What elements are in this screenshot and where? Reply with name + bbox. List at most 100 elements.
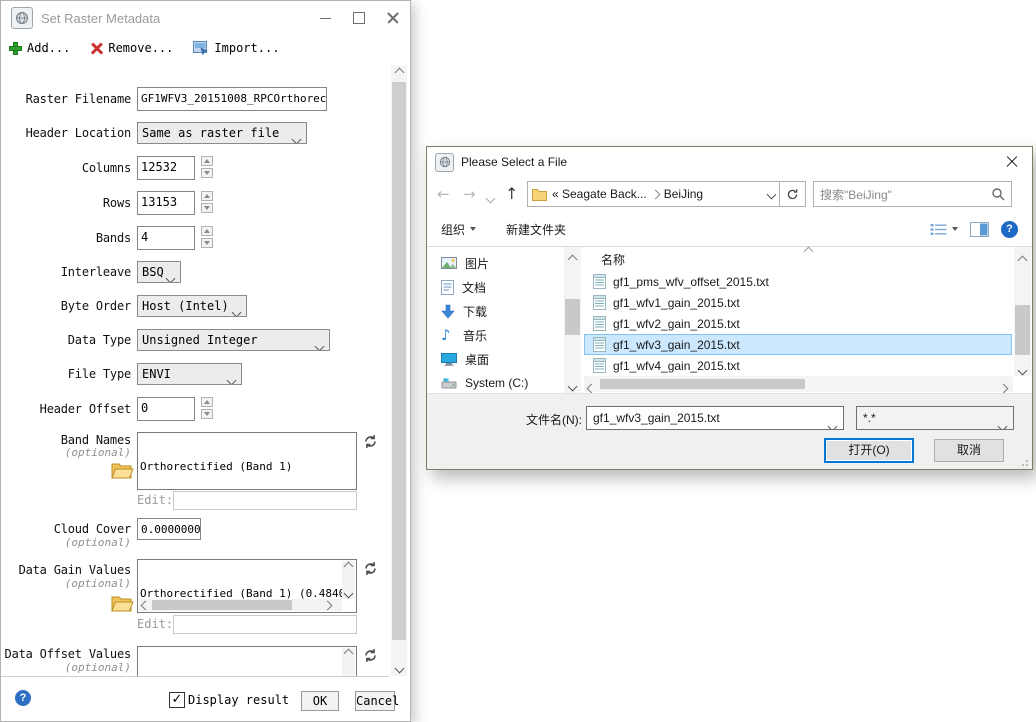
- gain-list-vertical-scrollbar[interactable]: [342, 561, 355, 599]
- resize-grip[interactable]: [1019, 457, 1028, 466]
- help-icon[interactable]: ?: [15, 690, 31, 706]
- data-gain-list[interactable]: Orthorectified (Band 1) (0.4840000 Ortho…: [137, 559, 357, 613]
- text-file-icon: [593, 337, 606, 352]
- up-button[interactable]: ↑: [505, 184, 518, 203]
- scrollbar-thumb[interactable]: [392, 82, 406, 640]
- address-bar[interactable]: « Seagate Back... BeiJing: [527, 181, 780, 207]
- file-row[interactable]: gf1_wfv4_gain_2015.txt: [584, 355, 1012, 376]
- minimize-button[interactable]: [308, 6, 342, 30]
- band-names-edit-input[interactable]: [173, 491, 357, 510]
- columns-input[interactable]: 12532: [137, 156, 195, 180]
- scrollbar-thumb[interactable]: [565, 299, 580, 335]
- scroll-down-button[interactable]: [391, 661, 407, 676]
- search-box[interactable]: 搜索"BeiJing": [813, 181, 1012, 207]
- sidebar-item-system-c[interactable]: System (C:): [427, 371, 563, 395]
- cancel-button[interactable]: 取消: [934, 439, 1004, 462]
- sidebar-item-music[interactable]: ♪ 音乐: [427, 323, 563, 347]
- gain-list-horizontal-scrollbar[interactable]: [139, 599, 342, 611]
- offset-list-vertical-scrollbar[interactable]: [342, 648, 355, 676]
- refresh-icon[interactable]: [363, 648, 378, 667]
- sort-ascending-icon[interactable]: [803, 244, 814, 258]
- sidebar-item-desktop[interactable]: 桌面: [427, 347, 563, 371]
- filename-combobox[interactable]: gf1_wfv3_gain_2015.txt: [586, 406, 844, 430]
- chevron-down-icon: [485, 193, 496, 204]
- file-row[interactable]: gf1_wfv1_gain_2015.txt: [584, 292, 1012, 313]
- address-dropdown-icon[interactable]: [766, 189, 777, 199]
- filetype-combobox[interactable]: *.*: [856, 406, 1014, 430]
- file-type-select[interactable]: ENVI: [137, 363, 242, 385]
- rows-input[interactable]: 13153: [137, 191, 195, 215]
- organize-button[interactable]: 组织: [441, 221, 477, 238]
- file-row[interactable]: gf1_wfv2_gain_2015.txt: [584, 313, 1012, 334]
- remove-button[interactable]: Remove...: [90, 41, 173, 55]
- list-vertical-scrollbar[interactable]: [1014, 247, 1031, 376]
- sidebar-scrollbar[interactable]: [564, 247, 581, 393]
- text-file-icon: [593, 358, 606, 373]
- maximize-button[interactable]: [342, 6, 376, 30]
- header-location-select[interactable]: Same as raster file: [137, 122, 307, 144]
- refresh-button[interactable]: [779, 181, 806, 207]
- rows-label: Rows: [102, 196, 131, 210]
- spin-down-icon: [204, 206, 210, 210]
- band-names-optional: (optional): [64, 446, 131, 459]
- data-gain-edit-input[interactable]: [173, 615, 357, 634]
- close-button[interactable]: [376, 6, 410, 30]
- columns-stepper[interactable]: [201, 156, 213, 180]
- back-button[interactable]: ←: [437, 185, 450, 203]
- interleave-select[interactable]: BSQ: [137, 261, 181, 283]
- rows-stepper[interactable]: [201, 191, 213, 215]
- dropdown-arrow-icon: [470, 227, 477, 231]
- header-offset-stepper[interactable]: [201, 397, 213, 421]
- file-row[interactable]: gf1_pms_wfv_offset_2015.txt: [584, 271, 1012, 292]
- scrollbar-thumb[interactable]: [152, 600, 292, 610]
- bands-stepper[interactable]: [201, 226, 213, 250]
- data-type-select[interactable]: Unsigned Integer: [137, 329, 330, 351]
- sidebar-item-documents[interactable]: 文档: [427, 275, 563, 299]
- header-location-value: Same as raster file: [142, 126, 280, 140]
- add-button[interactable]: Add...: [9, 41, 70, 55]
- cloud-cover-input[interactable]: 0.00000000: [137, 518, 201, 540]
- data-offset-list[interactable]: Orthorectified (Band 1) (0.4840000 Ortho…: [137, 646, 357, 676]
- close-button[interactable]: [992, 149, 1032, 175]
- scrollbar-thumb[interactable]: [600, 379, 805, 389]
- preview-pane-button[interactable]: [970, 221, 989, 237]
- scroll-up-icon: [343, 648, 354, 659]
- raster-filename-input[interactable]: GF1WFV3_20151008_RPCOrthorectif: [137, 87, 327, 111]
- breadcrumb-current[interactable]: BeiJing: [664, 187, 703, 201]
- open-button[interactable]: 打开(O): [824, 438, 914, 463]
- band-name-item[interactable]: Orthorectified (Band 1): [140, 460, 354, 473]
- folder-open-icon[interactable]: [111, 594, 134, 616]
- sidebar-label: System (C:): [465, 376, 529, 390]
- cancel-button[interactable]: Cancel: [355, 691, 399, 711]
- spin-down-icon: [204, 241, 210, 245]
- scroll-up-button[interactable]: [391, 65, 407, 80]
- refresh-icon[interactable]: [363, 561, 378, 580]
- breadcrumb-parent[interactable]: « Seagate Back...: [552, 187, 647, 201]
- ok-button[interactable]: OK: [301, 691, 339, 711]
- add-label: Add...: [27, 41, 71, 55]
- refresh-icon[interactable]: [363, 434, 378, 453]
- forward-button[interactable]: →: [463, 185, 476, 203]
- import-button[interactable]: Import...: [193, 41, 279, 55]
- help-button[interactable]: ?: [1001, 220, 1018, 238]
- text-file-icon: [593, 316, 606, 331]
- close-icon: [1006, 156, 1018, 168]
- change-view-button[interactable]: [930, 223, 958, 236]
- sidebar-label: 文档: [462, 280, 487, 295]
- dialog-vertical-scrollbar[interactable]: [391, 65, 407, 676]
- header-offset-input[interactable]: 0: [137, 397, 195, 421]
- band-names-list[interactable]: Orthorectified (Band 1) Orthorectified (…: [137, 432, 357, 490]
- list-horizontal-scrollbar[interactable]: [584, 376, 1013, 394]
- byte-order-select[interactable]: Host (Intel): [137, 295, 247, 317]
- scroll-up-icon: [1017, 255, 1028, 266]
- name-column-header[interactable]: 名称: [601, 251, 625, 268]
- sidebar-item-pictures[interactable]: 图片: [427, 251, 563, 275]
- file-row[interactable]: gf1_wfv3_gain_2015.txt: [584, 334, 1012, 355]
- display-result-checkbox[interactable]: ✓: [169, 692, 185, 708]
- scrollbar-thumb[interactable]: [1015, 305, 1030, 355]
- folder-open-icon[interactable]: [111, 461, 134, 483]
- sidebar-item-downloads[interactable]: 下载: [427, 299, 563, 323]
- recent-locations-dropdown[interactable]: [485, 191, 496, 205]
- new-folder-button[interactable]: 新建文件夹: [506, 221, 566, 238]
- bands-input[interactable]: 4: [137, 226, 195, 250]
